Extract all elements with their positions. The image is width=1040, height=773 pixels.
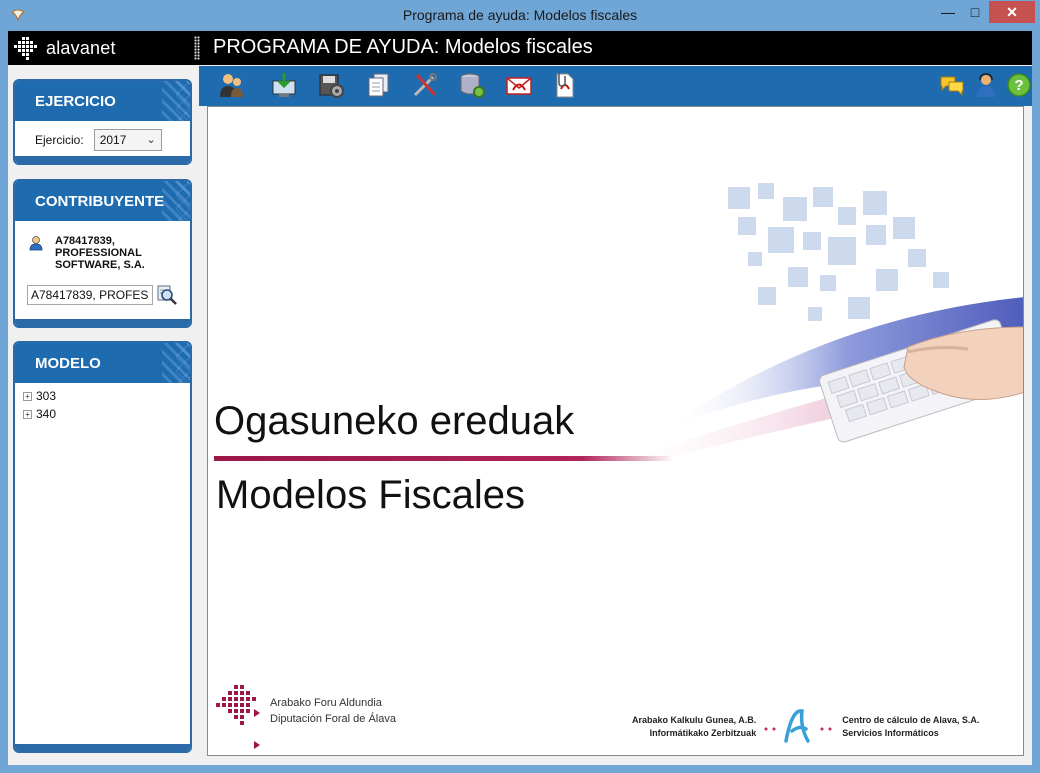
panel-footer xyxy=(15,744,190,751)
diputacion-logo-icon xyxy=(216,685,260,749)
chat-icon xyxy=(940,76,964,97)
diputacion-logo: Arabako Foru Aldundia Diputación Foral d… xyxy=(216,681,396,751)
download-icon xyxy=(272,73,296,97)
support-user-button[interactable] xyxy=(971,70,1001,100)
user-icon xyxy=(29,236,43,251)
chat-button[interactable] xyxy=(937,70,967,100)
ccasa-logo: Arabako Kalkulu Gunea, A.B. Informátikak… xyxy=(632,707,979,747)
contribuyente-heading: CONTRIBUYENTE xyxy=(35,192,165,210)
ejercicio-select-value: 2017 xyxy=(99,133,127,147)
copy-documents-icon xyxy=(368,73,389,97)
close-icon: ✕ xyxy=(1006,3,1018,20)
modelo-heading: MODELO xyxy=(35,354,101,372)
svg-text:?: ? xyxy=(1014,77,1023,94)
tools-icon xyxy=(413,73,437,97)
app-frame: alavanet PROGRAMA DE AYUDA: Modelos fisc… xyxy=(8,31,1032,765)
ejercicio-select[interactable]: 2017 ⌄ xyxy=(93,129,162,151)
tree-item-303[interactable]: + 303 xyxy=(23,387,56,405)
keyboard-hand-illustration xyxy=(608,183,1023,472)
pdf-mail-button[interactable] xyxy=(504,70,534,100)
diputacion-name-spanish: Diputación Foral de Álava xyxy=(270,713,396,725)
app-header: alavanet PROGRAMA DE AYUDA: Modelos fisc… xyxy=(8,31,1032,65)
maximize-icon: □ xyxy=(970,4,980,20)
ccasa-name-spanish: Centro de cálculo de Alava, S.A. Servici… xyxy=(842,714,979,740)
disk-settings-button[interactable] xyxy=(316,70,346,100)
download-button[interactable] xyxy=(269,70,299,100)
close-button[interactable]: ✕ xyxy=(989,1,1035,23)
pdf-attachment-button[interactable] xyxy=(549,70,579,100)
header-grip xyxy=(194,36,200,60)
disk-settings-icon xyxy=(319,74,344,98)
database-settings-button[interactable] xyxy=(457,70,487,100)
ccasa-basque-line1: Arabako Kalkulu Gunea, A.B. xyxy=(632,715,757,725)
support-user-icon xyxy=(977,73,995,97)
chevron-down-icon: ⌄ xyxy=(146,134,156,146)
maximize-button[interactable]: □ xyxy=(962,1,988,23)
panel-footer xyxy=(15,156,190,163)
alavanet-logo: alavanet xyxy=(12,35,116,61)
user-admin-button[interactable] xyxy=(217,70,247,100)
window-titlebar: Programa de ayuda: Modelos fiscales — □ … xyxy=(0,0,1040,31)
title-basque: Ogasuneko ereduak xyxy=(214,399,575,443)
help-icon: ? xyxy=(1007,73,1031,97)
tree-item-label: 340 xyxy=(36,407,57,421)
contribuyente-info: A78417839, PROFESSIONAL SOFTWARE, S.A. xyxy=(29,235,175,271)
panel-pattern xyxy=(162,181,190,221)
database-settings-icon xyxy=(460,73,485,98)
logo-text: alavanet xyxy=(46,37,116,58)
contribuyente-name: A78417839, PROFESSIONAL SOFTWARE, S.A. xyxy=(55,235,145,271)
ejercicio-label: Ejercicio: xyxy=(35,133,84,147)
title-spanish: Modelos Fiscales xyxy=(216,473,526,517)
diputacion-names: Arabako Foru Aldundia Diputación Foral d… xyxy=(270,695,396,751)
page-title: PROGRAMA DE AYUDA: Modelos fiscales xyxy=(213,36,593,58)
ejercicio-panel: EJERCICIO Ejercicio: 2017 ⌄ xyxy=(13,79,192,165)
tools-button[interactable] xyxy=(410,70,440,100)
ejercicio-heading: EJERCICIO xyxy=(35,92,116,110)
tree-item-340[interactable]: + 340 xyxy=(23,405,56,423)
modelo-tree: + 303 + 340 xyxy=(23,387,56,423)
ccasa-spanish-line1: Centro de cálculo de Alava, S.A. xyxy=(842,715,980,725)
help-button[interactable]: ? xyxy=(1004,70,1034,100)
window-title: Programa de ayuda: Modelos fiscales xyxy=(402,7,638,23)
ejercicio-panel-header: EJERCICIO xyxy=(15,81,190,121)
ccasa-name-basque: Arabako Kalkulu Gunea, A.B. Informátikak… xyxy=(632,714,756,740)
search-icon[interactable] xyxy=(156,284,178,306)
expand-icon[interactable]: + xyxy=(23,409,32,419)
contribuyente-panel-header: CONTRIBUYENTE xyxy=(15,181,190,221)
ccasa-spanish-line2: Servicios Informáticos xyxy=(842,728,939,738)
pdf-mail-icon xyxy=(506,77,532,95)
pdf-attachment-icon xyxy=(556,73,574,98)
contribuyente-panel: CONTRIBUYENTE A78417839, PROFESSIONAL SO… xyxy=(13,179,192,328)
contribuyente-input[interactable]: A78417839, PROFES xyxy=(27,285,153,305)
user-admin-icon xyxy=(220,74,243,97)
panel-pattern xyxy=(162,343,190,383)
main-toolbar: ? xyxy=(199,66,1032,106)
panel-footer xyxy=(15,319,190,326)
expand-icon[interactable]: + xyxy=(23,391,32,401)
minimize-button[interactable]: — xyxy=(934,1,962,23)
minimize-icon: — xyxy=(941,4,955,20)
modelo-panel-header: MODELO xyxy=(15,343,190,383)
modelo-panel: MODELO + 303 + 340 xyxy=(13,341,192,753)
panel-pattern xyxy=(162,81,190,121)
copy-documents-button[interactable] xyxy=(362,70,392,100)
ejercicio-row: Ejercicio: 2017 ⌄ xyxy=(35,129,162,151)
tree-item-label: 303 xyxy=(36,389,57,403)
title-divider xyxy=(214,456,674,461)
ccasa-logo-icon xyxy=(764,709,832,743)
ccasa-basque-line2: Informátikako Zerbitzuak xyxy=(649,728,757,738)
diputacion-name-basque: Arabako Foru Aldundia xyxy=(270,697,382,709)
alavanet-logo-icon xyxy=(14,37,37,60)
welcome-content: Ogasuneko ereduak Modelos Fiscales Araba… xyxy=(207,106,1024,756)
